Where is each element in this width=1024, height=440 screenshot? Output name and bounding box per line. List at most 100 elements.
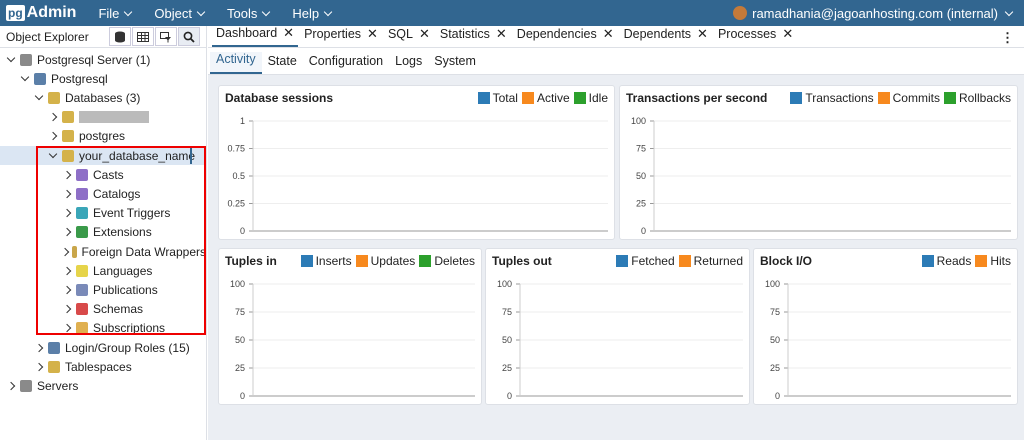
chart-tuples-out: Tuples out Fetched Returned 100 75 50 25 0: [485, 248, 750, 405]
logo-pg: pg: [6, 5, 25, 21]
close-icon[interactable]: ✕: [697, 26, 708, 42]
table-icon: [137, 31, 149, 42]
main-menu: File Object Tools Help: [98, 6, 354, 21]
tree-node-label: Postgresql: [51, 71, 108, 86]
tab-dependents[interactable]: Dependents ✕: [620, 25, 712, 47]
filter-table-icon: [160, 31, 171, 42]
subtab-state[interactable]: State: [262, 54, 303, 74]
y-tick-label: 0: [775, 391, 780, 401]
top-bar: pg Admin File Object Tools Help ramadhan…: [0, 0, 1024, 26]
tree-node[interactable]: Tablespaces: [0, 357, 206, 376]
tab-dependencies[interactable]: Dependencies ✕: [513, 25, 618, 47]
tablespaces-icon: [48, 360, 60, 373]
user-menu[interactable]: ramadhania@jagoanhosting.com (internal): [733, 0, 1014, 26]
chevron-right-icon[interactable]: [34, 343, 44, 353]
chevron-down-icon[interactable]: [6, 55, 16, 65]
tree-node-label: Tablespaces: [65, 359, 132, 374]
tab-label: Dependencies: [516, 27, 597, 41]
y-tick-label: 0: [240, 391, 245, 401]
chart-database-sessions: Database sessions Total Active Idle 1 0.75 0.5…: [218, 85, 615, 240]
chevron-down-icon: [1004, 7, 1014, 16]
chart-plot: 100 75 50 25 0: [631, 116, 1011, 236]
servers-icon: [20, 379, 32, 392]
roles-icon: [48, 341, 60, 354]
chevron-down-icon: [323, 7, 333, 16]
menu-object-label: Object: [154, 5, 192, 21]
chevron-down-icon[interactable]: [20, 74, 30, 84]
chevron-right-icon[interactable]: [6, 381, 16, 391]
y-tick-label: 25: [770, 363, 780, 373]
menu-help-label: Help: [292, 5, 320, 21]
chevron-down-icon[interactable]: [34, 93, 44, 103]
menu-help[interactable]: Help: [292, 5, 333, 21]
chart-plot: 100 75 50 25 0: [230, 279, 475, 401]
tab-properties[interactable]: Properties ✕: [300, 25, 382, 47]
user-label: ramadhania@jagoanhosting.com (internal): [752, 5, 998, 21]
tree-node[interactable]: Databases (3): [0, 88, 206, 107]
menu-file[interactable]: File: [98, 5, 133, 21]
databases-icon: [48, 91, 60, 104]
menu-object[interactable]: Object: [154, 5, 206, 21]
chevron-down-icon: [124, 7, 133, 16]
tree-node[interactable]: postgres: [0, 127, 206, 146]
dashboard-subtabs: Activity State Configuration Logs System: [208, 48, 1024, 75]
chart-plot: 1 0.75 0.5 0.25 0: [227, 116, 608, 236]
y-tick-label: 50: [770, 335, 780, 345]
logo-admin: Admin: [26, 4, 77, 21]
y-tick-label: 25: [636, 199, 646, 209]
y-tick-label: 25: [235, 363, 245, 373]
tab-dashboard[interactable]: Dashboard ✕: [212, 25, 299, 47]
search-icon: [183, 31, 195, 43]
chevron-right-icon[interactable]: [48, 112, 58, 122]
view-data-button[interactable]: [132, 27, 154, 46]
database-icon: [62, 111, 74, 124]
tree-node[interactable]: Postgresql Server (1): [0, 50, 206, 69]
y-tick-label: 100: [631, 116, 646, 126]
menu-file-label: File: [98, 5, 120, 21]
database-query-icon: [115, 31, 125, 42]
search-objects-button[interactable]: [178, 27, 200, 46]
tab-processes[interactable]: Processes ✕: [714, 25, 797, 47]
y-tick-label: 0.5: [232, 171, 245, 181]
subtab-configuration[interactable]: Configuration: [303, 54, 389, 74]
close-icon[interactable]: ✕: [283, 25, 294, 41]
query-tool-button[interactable]: [109, 27, 131, 46]
subtab-system[interactable]: System: [428, 54, 482, 74]
y-tick-label: 25: [502, 363, 512, 373]
tree-node[interactable]: Login/Group Roles (15): [0, 338, 206, 357]
close-icon[interactable]: ✕: [419, 26, 430, 42]
y-tick-label: 50: [235, 335, 245, 345]
y-tick-label: 0.75: [227, 144, 245, 154]
tab-label: SQL: [387, 27, 413, 41]
tree-node-label: postgres: [79, 129, 126, 144]
tab-sql[interactable]: SQL ✕: [384, 25, 434, 47]
tab-label: Processes: [717, 27, 777, 41]
chart-transactions-per-second: Transactions per second Transactions Commi…: [619, 85, 1018, 240]
subtab-logs[interactable]: Logs: [389, 54, 428, 74]
object-explorer-toolbar: [108, 27, 200, 46]
close-icon[interactable]: ✕: [367, 26, 378, 42]
y-tick-label: 100: [497, 279, 512, 289]
tree-node[interactable]: Servers: [0, 376, 206, 395]
tab-label: Dependents: [623, 27, 692, 41]
avatar: [733, 6, 748, 20]
close-icon[interactable]: ✕: [603, 26, 614, 42]
tab-label: Statistics: [439, 27, 490, 41]
subtab-activity[interactable]: Activity: [210, 52, 262, 74]
server-icon: [20, 53, 32, 66]
chevron-right-icon[interactable]: [48, 131, 58, 141]
tree-node-label: Servers: [37, 378, 79, 393]
close-icon[interactable]: ✕: [496, 26, 507, 42]
close-icon[interactable]: ✕: [782, 26, 793, 42]
filter-rows-button[interactable]: [155, 27, 177, 46]
tree-node[interactable]: Postgresql: [0, 69, 206, 88]
tab-label: Dashboard: [216, 26, 278, 40]
elephant-icon: [34, 72, 46, 85]
tab-statistics[interactable]: Statistics ✕: [436, 25, 511, 47]
more-options-icon[interactable]: ⋮: [1001, 30, 1014, 46]
chart-tuples-in: Tuples in Inserts Updates Deletes 100 75 50 25 0: [218, 248, 482, 405]
tree-node-label: Postgresql Server (1): [37, 52, 151, 67]
menu-tools[interactable]: Tools: [227, 6, 271, 21]
tree-node[interactable]: [0, 108, 206, 127]
chevron-right-icon[interactable]: [34, 362, 44, 372]
